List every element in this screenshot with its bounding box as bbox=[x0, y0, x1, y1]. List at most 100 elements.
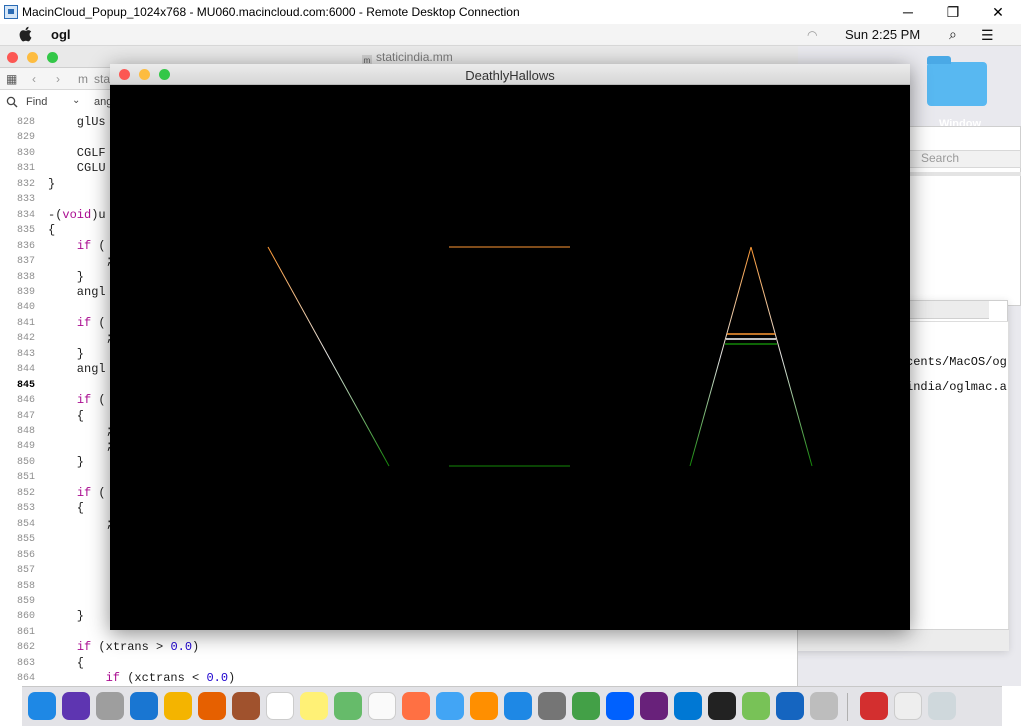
chevron-down-icon[interactable]: ⌄ bbox=[72, 95, 80, 106]
dock-separator bbox=[847, 693, 848, 721]
line-number: 847 bbox=[16, 410, 35, 422]
line-number: 829 bbox=[16, 132, 35, 144]
opengl-window-title: DeathlyHallows bbox=[465, 68, 555, 83]
code-text: if ( bbox=[76, 485, 106, 500]
opengl-canvas[interactable] bbox=[110, 85, 910, 630]
vscode-icon[interactable] bbox=[674, 692, 702, 720]
safari-icon[interactable] bbox=[130, 692, 158, 720]
code-text: { bbox=[48, 223, 56, 238]
code-text: { bbox=[48, 655, 85, 670]
line-number: 843 bbox=[16, 348, 35, 360]
close-button[interactable]: ✕ bbox=[975, 2, 1021, 22]
code-text: } bbox=[48, 269, 85, 284]
breadcrumb-file-icon: m bbox=[78, 72, 88, 86]
line-number: 842 bbox=[16, 333, 35, 345]
breadcrumb[interactable]: sta bbox=[94, 72, 110, 86]
line-number: 861 bbox=[16, 626, 35, 638]
acrobat-icon[interactable] bbox=[860, 692, 888, 720]
chrome-icon[interactable] bbox=[164, 692, 192, 720]
apple-menu-icon[interactable] bbox=[17, 26, 35, 44]
minimize-window-button[interactable] bbox=[27, 52, 38, 63]
photos-icon[interactable] bbox=[402, 692, 430, 720]
launchpad-icon[interactable] bbox=[96, 692, 124, 720]
xcode-file-name: staticindia.mm bbox=[376, 50, 453, 64]
appstore-icon[interactable] bbox=[504, 692, 532, 720]
line-number: 836 bbox=[16, 240, 35, 252]
app-menu-name[interactable]: ogl bbox=[51, 27, 71, 42]
wifi-icon[interactable]: ◠ bbox=[807, 28, 817, 42]
india-rendering bbox=[207, 246, 813, 467]
visual-studio-icon[interactable] bbox=[640, 692, 668, 720]
android-studio-icon[interactable] bbox=[742, 692, 770, 720]
line-number: 833 bbox=[16, 194, 35, 206]
code-text: ; bbox=[48, 331, 113, 346]
system-preferences-icon[interactable] bbox=[538, 692, 566, 720]
remote-desktop-icon bbox=[4, 5, 18, 19]
code-text: if ( bbox=[76, 315, 106, 330]
rdp-window-title: MacinCloud_Popup_1024x768 - MU060.macinc… bbox=[22, 5, 520, 19]
xcode-icon[interactable] bbox=[776, 692, 804, 720]
instruments-icon[interactable] bbox=[810, 692, 838, 720]
line-number: 832 bbox=[16, 178, 35, 190]
mac-menubar: ogl ◠ Sun 2:25 PM ⌕ ☰ bbox=[0, 24, 1021, 46]
document-icon[interactable] bbox=[894, 692, 922, 720]
code-line[interactable]: 863 { bbox=[0, 656, 798, 671]
line-number: 863 bbox=[16, 657, 35, 669]
line-number: 857 bbox=[16, 565, 35, 577]
close-window-button[interactable] bbox=[7, 52, 18, 63]
messages-icon[interactable] bbox=[436, 692, 464, 720]
trash-icon[interactable] bbox=[928, 692, 956, 720]
letter-d bbox=[448, 246, 571, 467]
opengl-window: DeathlyHallows bbox=[110, 64, 910, 630]
spotlight-search-icon[interactable]: ⌕ bbox=[949, 26, 957, 43]
zoom-window-button[interactable] bbox=[47, 52, 58, 63]
find-mode-label[interactable]: Find bbox=[26, 96, 47, 108]
evernote-icon[interactable] bbox=[572, 692, 600, 720]
finder-search-field[interactable]: Search bbox=[906, 150, 1021, 168]
code-text: angl bbox=[48, 362, 106, 377]
siri-icon[interactable] bbox=[62, 692, 90, 720]
code-text: if (xtrans > 0.0) bbox=[76, 640, 200, 655]
line-number: 856 bbox=[16, 549, 35, 561]
minimize-button[interactable]: ─ bbox=[885, 2, 931, 22]
menubar-clock[interactable]: Sun 2:25 PM bbox=[845, 27, 920, 42]
code-text: angl bbox=[48, 284, 106, 299]
line-number: 851 bbox=[16, 472, 35, 484]
dock bbox=[22, 686, 1002, 726]
finder-divider bbox=[906, 172, 1021, 176]
line-number: 840 bbox=[16, 302, 35, 314]
line-number: 853 bbox=[16, 503, 35, 515]
back-icon[interactable]: ‹ bbox=[32, 72, 36, 86]
line-number: 850 bbox=[16, 456, 35, 468]
line-number: 835 bbox=[16, 225, 35, 237]
reminders-icon[interactable] bbox=[368, 692, 396, 720]
calendar-icon[interactable] bbox=[266, 692, 294, 720]
books-icon[interactable] bbox=[470, 692, 498, 720]
grid-icon[interactable]: ▦ bbox=[6, 72, 17, 86]
rdp-title-bar: MacinCloud_Popup_1024x768 - MU060.macinc… bbox=[0, 0, 1021, 24]
line-number: 844 bbox=[16, 364, 35, 376]
code-text: ; bbox=[48, 439, 113, 454]
code-text: CGLU bbox=[48, 161, 106, 176]
line-number: 828 bbox=[16, 117, 35, 128]
folder-icon[interactable] bbox=[927, 56, 987, 106]
maximize-button[interactable]: ❐ bbox=[930, 2, 976, 22]
code-text: if ( bbox=[76, 393, 106, 408]
notes-icon[interactable] bbox=[300, 692, 328, 720]
firefox-icon[interactable] bbox=[198, 692, 226, 720]
code-line[interactable]: 862 if (xtrans > 0.0) bbox=[0, 640, 798, 655]
code-line[interactable]: 864 if (xctrans < 0.0) bbox=[0, 671, 798, 686]
line-number: 860 bbox=[16, 611, 35, 623]
contacts-icon[interactable] bbox=[232, 692, 260, 720]
line-number: 838 bbox=[16, 271, 35, 283]
code-text: if (xctrans < 0.0) bbox=[105, 671, 236, 686]
code-text: -(void)u bbox=[48, 207, 106, 222]
maps-icon[interactable] bbox=[334, 692, 362, 720]
notification-center-icon[interactable]: ☰ bbox=[981, 27, 994, 44]
code-text: { bbox=[48, 501, 85, 516]
forward-icon[interactable]: › bbox=[56, 72, 60, 86]
dropbox-icon[interactable] bbox=[606, 692, 634, 720]
terminal-icon[interactable] bbox=[708, 692, 736, 720]
line-number: 841 bbox=[16, 317, 35, 329]
finder-icon[interactable] bbox=[28, 692, 56, 720]
